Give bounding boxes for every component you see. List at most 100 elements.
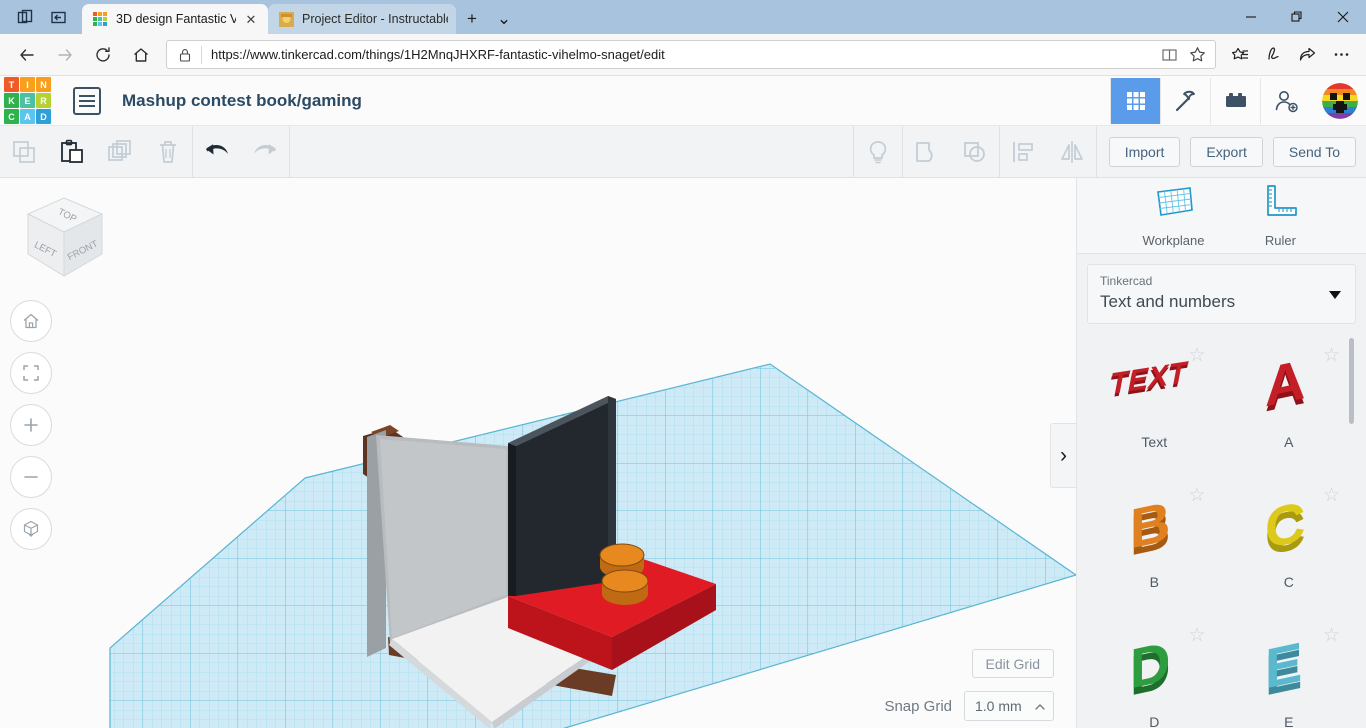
svg-text:TEXT: TEXT: [1110, 355, 1189, 400]
home-icon[interactable]: [122, 38, 160, 72]
shape-gallery[interactable]: ☆ TEXT TEXT Text ☆ A A A ☆ B B B ☆ C C C…: [1087, 337, 1357, 728]
object-tool-group: [854, 125, 1096, 178]
send-to-button[interactable]: Send To: [1272, 136, 1356, 167]
logo-tile-k: K: [4, 93, 19, 108]
redo-button[interactable]: [241, 126, 289, 178]
browser-tab-title: 3D design Fantastic Vihe: [116, 12, 236, 26]
workplane-label: Workplane: [1142, 233, 1205, 249]
svg-text:B: B: [1130, 489, 1170, 560]
undo-button[interactable]: [193, 126, 241, 178]
delete-button[interactable]: [144, 126, 192, 178]
shape-item-c[interactable]: ☆ C C C: [1222, 478, 1357, 618]
address-bar-url[interactable]: https://www.tinkercad.com/things/1H2MnqJ…: [211, 47, 1155, 62]
snap-grid-label: Snap Grid: [884, 697, 952, 715]
shape-label: B: [1149, 573, 1159, 590]
chevron-down-icon: [1329, 290, 1341, 299]
toolbar-divider: [289, 125, 290, 178]
group-button[interactable]: [903, 126, 951, 178]
zoom-out-button[interactable]: [10, 456, 52, 498]
collections-icon[interactable]: [1222, 39, 1256, 71]
projection-toggle-button[interactable]: [10, 508, 52, 550]
minimize-icon[interactable]: [1228, 0, 1274, 34]
shape-label: D: [1149, 713, 1160, 728]
import-button[interactable]: Import: [1108, 136, 1181, 167]
ruler-tool[interactable]: Ruler: [1260, 182, 1300, 248]
logo-tile-t: T: [4, 77, 19, 92]
book-icon[interactable]: [1155, 42, 1183, 68]
workplane-scene: [109, 363, 1076, 728]
3d-viewport[interactable]: TOP LEFT FRONT Edit Grid Snap Grid 1.0 m…: [0, 178, 1076, 728]
collapse-panel-icon[interactable]: [42, 2, 76, 32]
favorite-star-icon[interactable]: ☆: [1323, 346, 1340, 365]
back-arrow-icon[interactable]: [8, 38, 46, 72]
token-lower: [601, 569, 649, 605]
favorite-star-icon[interactable]: ☆: [1188, 486, 1205, 505]
favorite-star-icon[interactable]: ☆: [1188, 346, 1205, 365]
avatar[interactable]: [1322, 82, 1358, 119]
mirror-button[interactable]: [1048, 126, 1096, 178]
viewport-nav-controls: [10, 300, 52, 560]
copy-button[interactable]: [0, 126, 48, 178]
home-view-button[interactable]: [10, 300, 52, 342]
tinkercad-logo[interactable]: T I N K E R C A D: [4, 77, 51, 124]
fit-view-button[interactable]: [10, 352, 52, 394]
svg-text:E: E: [1265, 630, 1302, 700]
pen-icon[interactable]: [1256, 39, 1290, 71]
shape-item-a[interactable]: ☆ A A A: [1222, 338, 1357, 478]
grid-gallery-icon[interactable]: [1110, 77, 1160, 124]
view-cube[interactable]: TOP LEFT FRONT: [18, 192, 110, 284]
history-tool-group: [193, 126, 289, 178]
tab-close-icon[interactable]: ✕: [242, 10, 260, 28]
browser-tab-active[interactable]: 3D design Fantastic Vihe ✕: [82, 4, 268, 34]
favorite-star-icon[interactable]: ☆: [1323, 486, 1340, 505]
snap-grid-value: 1.0 mm: [975, 698, 1022, 714]
list-menu-icon[interactable]: [73, 86, 101, 115]
shape-item-d[interactable]: ☆ D D D: [1087, 618, 1222, 728]
address-divider: [201, 45, 202, 64]
paste-button[interactable]: [48, 126, 96, 178]
shape-item-b[interactable]: ☆ B B B: [1087, 478, 1222, 618]
browser-tab-inactive[interactable]: Project Editor - Instructable: [268, 4, 456, 34]
logo-tile-i: I: [20, 77, 35, 92]
shape-item-text[interactable]: ☆ TEXT TEXT Text: [1087, 338, 1222, 478]
shape-item-e[interactable]: ☆ E E E: [1222, 618, 1357, 728]
pickaxe-icon[interactable]: [1160, 77, 1210, 124]
titlebar-left-buttons: [0, 0, 82, 34]
shape-category-dropdown[interactable]: Tinkercad Text and numbers: [1087, 263, 1356, 324]
ellipsis-icon[interactable]: [1324, 39, 1358, 71]
logo-tile-e: E: [20, 93, 35, 108]
align-button[interactable]: [1000, 126, 1048, 178]
refresh-icon[interactable]: [84, 38, 122, 72]
shape-label: C: [1283, 573, 1294, 590]
tab-list-chevron-down-icon[interactable]: ⌄: [488, 4, 520, 34]
close-icon[interactable]: [1320, 0, 1366, 34]
brick-icon[interactable]: [1210, 77, 1260, 124]
shape-category-selected: Text and numbers: [1100, 291, 1236, 311]
favorite-star-icon[interactable]: ☆: [1323, 626, 1340, 645]
hide-button[interactable]: [854, 126, 902, 178]
star-icon[interactable]: [1183, 42, 1211, 68]
zoom-in-button[interactable]: [10, 404, 52, 446]
share-icon[interactable]: [1290, 39, 1324, 71]
logo-tile-c: C: [4, 109, 19, 124]
ungroup-button[interactable]: [951, 126, 999, 178]
restore-icon[interactable]: [1274, 0, 1320, 34]
workplane-icon: [1152, 182, 1196, 227]
instructables-favicon: [278, 11, 294, 27]
shape-label: A: [1284, 433, 1294, 450]
tab-overview-icon[interactable]: [8, 2, 42, 32]
add-user-icon[interactable]: [1260, 77, 1310, 124]
edit-grid-button[interactable]: Edit Grid: [971, 649, 1054, 678]
browser-titlebar: 3D design Fantastic Vihe ✕ Project Edito…: [0, 0, 1366, 34]
favorite-star-icon[interactable]: ☆: [1188, 626, 1205, 645]
logo-tile-n: N: [36, 77, 51, 92]
workplane-tool[interactable]: Workplane: [1142, 182, 1205, 249]
duplicate-button[interactable]: [96, 126, 144, 178]
export-button[interactable]: Export: [1190, 136, 1263, 167]
forward-arrow-icon[interactable]: [46, 38, 84, 72]
collapse-panel-button[interactable]: ›: [1050, 423, 1076, 488]
address-bar[interactable]: https://www.tinkercad.com/things/1H2MnqJ…: [166, 40, 1216, 69]
new-tab-button[interactable]: +: [456, 4, 488, 34]
snap-grid-select[interactable]: 1.0 mm: [964, 691, 1054, 721]
page-title: Mashup contest book/gaming: [122, 90, 362, 110]
